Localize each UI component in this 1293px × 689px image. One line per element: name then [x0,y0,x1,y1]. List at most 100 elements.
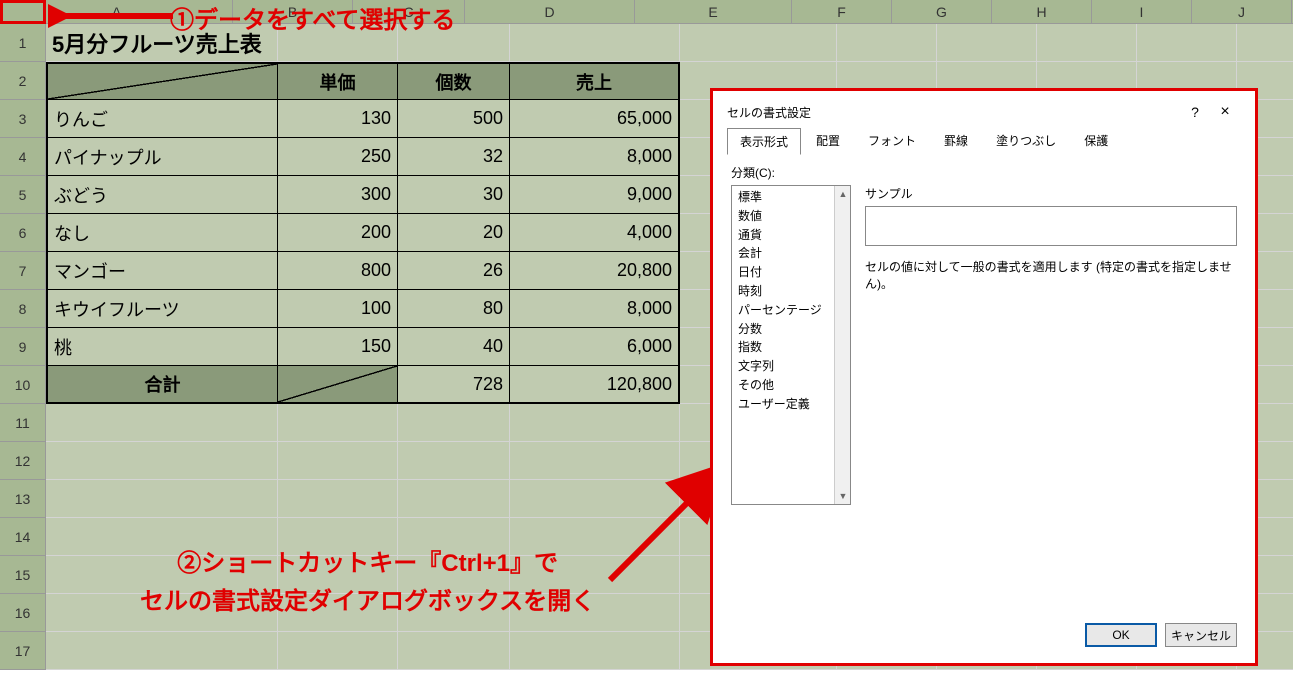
column-header-J[interactable]: J [1192,0,1292,24]
row-header-16[interactable]: 16 [0,594,46,632]
cell-A17[interactable] [46,632,278,670]
cell-D9[interactable]: 6,000 [510,328,680,366]
category-listbox[interactable]: 標準数値通貨会計日付時刻パーセンテージ分数指数文字列その他ユーザー定義 ▲ ▼ [731,185,851,505]
cell-A9[interactable]: 桃 [46,328,278,366]
cell-D8[interactable]: 8,000 [510,290,680,328]
row-header-5[interactable]: 5 [0,176,46,214]
column-header-D[interactable]: D [465,0,635,24]
dialog-tab-4[interactable]: 塗りつぶし [983,127,1069,154]
cell-A4[interactable]: パイナップル [46,138,278,176]
row-header-10[interactable]: 10 [0,366,46,404]
cancel-button[interactable]: キャンセル [1165,623,1237,647]
row-header-3[interactable]: 3 [0,100,46,138]
cell-D11[interactable] [510,404,680,442]
cell-D7[interactable]: 20,800 [510,252,680,290]
category-item-1[interactable]: 数値 [734,207,832,226]
cell-C11[interactable] [398,404,510,442]
cell-A13[interactable] [46,480,278,518]
cell-B11[interactable] [278,404,398,442]
cell-B3[interactable]: 130 [278,100,398,138]
dialog-help-button[interactable]: ? [1181,104,1209,120]
cell-C7[interactable]: 26 [398,252,510,290]
cell-F1[interactable] [837,24,937,62]
row-header-13[interactable]: 13 [0,480,46,518]
scroll-down-icon[interactable]: ▼ [835,488,851,504]
cell-B5[interactable]: 300 [278,176,398,214]
cell-C6[interactable]: 20 [398,214,510,252]
cell-C17[interactable] [398,632,510,670]
cell-D17[interactable] [510,632,680,670]
cell-C3[interactable]: 500 [398,100,510,138]
category-item-2[interactable]: 通貨 [734,226,832,245]
column-header-F[interactable]: F [792,0,892,24]
category-item-10[interactable]: その他 [734,376,832,395]
column-header-G[interactable]: G [892,0,992,24]
category-item-7[interactable]: 分数 [734,320,832,339]
cell-A3[interactable]: りんご [46,100,278,138]
category-item-0[interactable]: 標準 [734,188,832,207]
cell-C4[interactable]: 32 [398,138,510,176]
row-header-11[interactable]: 11 [0,404,46,442]
category-item-6[interactable]: パーセンテージ [734,301,832,320]
cell-C8[interactable]: 80 [398,290,510,328]
cell-B13[interactable] [278,480,398,518]
cell-B17[interactable] [278,632,398,670]
cell-I1[interactable] [1137,24,1237,62]
cell-G1[interactable] [937,24,1037,62]
cell-C10[interactable]: 728 [398,366,510,404]
cell-B12[interactable] [278,442,398,480]
cell-B6[interactable]: 200 [278,214,398,252]
cell-B2[interactable]: 単価 [278,62,398,100]
dialog-tab-5[interactable]: 保護 [1071,127,1121,154]
dialog-tab-2[interactable]: フォント [855,127,929,154]
cell-D4[interactable]: 8,000 [510,138,680,176]
row-header-6[interactable]: 6 [0,214,46,252]
cell-H1[interactable] [1037,24,1137,62]
cell-C2[interactable]: 個数 [398,62,510,100]
row-header-17[interactable]: 17 [0,632,46,670]
dialog-tab-1[interactable]: 配置 [803,127,853,154]
cell-C12[interactable] [398,442,510,480]
cell-D2[interactable]: 売上 [510,62,680,100]
cell-A8[interactable]: キウイフルーツ [46,290,278,328]
column-header-H[interactable]: H [992,0,1092,24]
select-all-corner[interactable] [0,0,1,24]
row-header-1[interactable]: 1 [0,24,46,62]
cell-B10[interactable] [278,366,398,404]
category-item-3[interactable]: 会計 [734,244,832,263]
column-header-I[interactable]: I [1092,0,1192,24]
row-header-15[interactable]: 15 [0,556,46,594]
row-header-2[interactable]: 2 [0,62,46,100]
category-item-8[interactable]: 指数 [734,338,832,357]
cell-C13[interactable] [398,480,510,518]
cell-D10[interactable]: 120,800 [510,366,680,404]
cell-E1[interactable] [680,24,837,62]
scroll-up-icon[interactable]: ▲ [835,186,851,202]
cell-A6[interactable]: なし [46,214,278,252]
dialog-tab-3[interactable]: 罫線 [931,127,981,154]
category-item-9[interactable]: 文字列 [734,357,832,376]
cell-A2[interactable] [46,62,278,100]
category-item-11[interactable]: ユーザー定義 [734,395,832,414]
cell-B8[interactable]: 100 [278,290,398,328]
cell-B7[interactable]: 800 [278,252,398,290]
cell-A7[interactable]: マンゴー [46,252,278,290]
cell-D5[interactable]: 9,000 [510,176,680,214]
row-header-14[interactable]: 14 [0,518,46,556]
cell-D1[interactable] [510,24,680,62]
dialog-tab-0[interactable]: 表示形式 [727,128,801,155]
scrollbar[interactable]: ▲ ▼ [834,186,850,504]
cell-C9[interactable]: 40 [398,328,510,366]
row-header-8[interactable]: 8 [0,290,46,328]
cell-B4[interactable]: 250 [278,138,398,176]
cell-C5[interactable]: 30 [398,176,510,214]
cell-D6[interactable]: 4,000 [510,214,680,252]
cell-A5[interactable]: ぶどう [46,176,278,214]
cell-A11[interactable] [46,404,278,442]
cell-B9[interactable]: 150 [278,328,398,366]
row-header-4[interactable]: 4 [0,138,46,176]
ok-button[interactable]: OK [1085,623,1157,647]
dialog-close-button[interactable]: × [1209,103,1241,121]
cell-J1[interactable] [1237,24,1293,62]
cell-A12[interactable] [46,442,278,480]
